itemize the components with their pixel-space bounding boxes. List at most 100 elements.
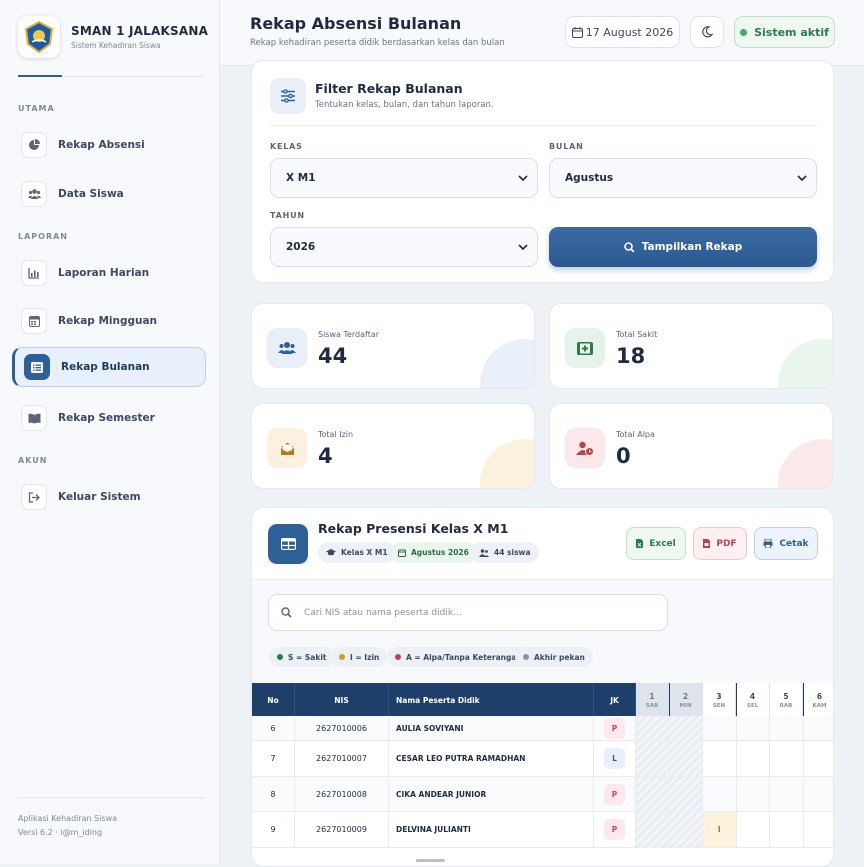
bulan-label: BULAN xyxy=(549,142,584,151)
table-header: No NIS Nama Peserta Didik JK 1 SAB 2 MIN 3 SE… xyxy=(252,683,833,718)
tahun-select[interactable]: 2026 xyxy=(270,227,538,267)
print-button[interactable]: Cetak xyxy=(754,527,818,560)
cell-nis: 2627010006 xyxy=(295,716,389,740)
status-text: Sistem aktif xyxy=(754,25,829,39)
table-row: 8 2627010008 CIKA ANDEAR JUNIOR P xyxy=(252,777,834,812)
logout-icon xyxy=(21,484,47,510)
legend-dot xyxy=(523,654,529,660)
rekap-table-card: Rekap Presensi Kelas X M1 Kelas X M1 Agu… xyxy=(251,507,834,867)
sidebar-item-label: Keluar Sistem xyxy=(58,491,141,503)
cell-jk: P xyxy=(594,812,636,847)
attendance-cell xyxy=(804,777,834,811)
app-version: Versi 6.2 · i@m_iding xyxy=(18,828,103,837)
table-title: Rekap Presensi Kelas X M1 xyxy=(318,521,509,536)
attendance-cell xyxy=(737,812,770,847)
brand: SMAN 1 JALAKSANA Sistem Kehadiran Siswa xyxy=(18,16,208,58)
sidebar-item-rekap-mingguan[interactable]: Rekap Mingguan xyxy=(12,301,206,341)
cell-nis: 2627010007 xyxy=(295,741,389,776)
filter-card: Filter Rekap Bulanan Tentukan kelas, bul… xyxy=(251,60,834,283)
decor-circle xyxy=(778,339,832,388)
current-date: 17 August 2026 xyxy=(585,25,674,39)
scroll-indicator[interactable] xyxy=(416,859,445,862)
brand-subtitle: Sistem Kehadiran Siswa xyxy=(71,41,161,50)
cell-jk: L xyxy=(594,741,636,776)
day-name: SEN xyxy=(712,703,726,709)
divider xyxy=(270,125,817,126)
day-name: MIN xyxy=(679,703,692,709)
export-pdf-button[interactable]: PDF xyxy=(693,527,747,560)
theme-toggle-button[interactable] xyxy=(690,16,724,48)
chip-kelas-text: Kelas X M1 xyxy=(341,548,388,557)
table-row: 7 2627010007 CESAR LEO PUTRA RAMADHAN L xyxy=(252,741,834,777)
excel-label: Excel xyxy=(649,538,676,549)
filter-subtitle: Tentukan kelas, bulan, dan tahun laporan… xyxy=(315,100,494,110)
chip-bulan-text: Agustus 2026 xyxy=(411,548,469,557)
chip-siswa-text: 44 siswa xyxy=(494,548,531,557)
attendance-cell xyxy=(636,716,670,740)
day-header: 2 MIN xyxy=(669,683,703,718)
cell-jk: P xyxy=(594,716,636,740)
stat-card-izin: Total Izin 4 xyxy=(251,403,535,489)
page-title: Rekap Absensi Bulanan xyxy=(250,14,462,33)
gender-badge: P xyxy=(604,717,625,739)
sidebar-item-label: Rekap Semester xyxy=(58,412,155,424)
chip-siswa: 44 siswa xyxy=(471,542,539,563)
attendance-cell xyxy=(636,777,670,811)
day-number: 4 xyxy=(749,692,756,701)
stat-label: Total Izin xyxy=(318,430,354,439)
book-icon xyxy=(21,405,47,431)
search-icon xyxy=(281,607,292,618)
table-toolbar: Cari NIS atau nama peserta didik... S = … xyxy=(252,579,833,683)
sidebar-item-label: Data Siswa xyxy=(58,188,124,200)
attendance-cell xyxy=(703,777,737,811)
section-label-laporan: LAPORAN xyxy=(18,232,68,241)
day-name: KAM xyxy=(812,703,827,709)
legend-alpa: A = Alpa/Tanpa Keterangan xyxy=(387,647,530,667)
cell-no: 6 xyxy=(252,716,295,740)
chip-bulan: Agustus 2026 xyxy=(390,542,477,563)
cell-nis: 2627010009 xyxy=(295,812,389,847)
chevron-down-icon xyxy=(518,244,528,251)
day-name: SAB xyxy=(645,703,659,709)
gender-badge: P xyxy=(604,819,625,840)
stat-value: 44 xyxy=(318,344,348,368)
table-row: 9 2627010009 DELVINA JULIANTI P I xyxy=(252,812,834,848)
print-label: Cetak xyxy=(779,538,809,549)
attendance-cell xyxy=(636,741,670,776)
sidebar-item-rekap-semester[interactable]: Rekap Semester xyxy=(12,398,206,438)
stat-label: Total Alpa xyxy=(616,430,655,439)
attendance-cell xyxy=(804,812,834,847)
day-number: 2 xyxy=(682,692,689,701)
attendance-cell xyxy=(669,741,703,776)
decor-circle xyxy=(480,439,534,488)
export-excel-button[interactable]: Excel xyxy=(626,527,686,560)
table-icon xyxy=(268,524,308,564)
stat-card-sakit: Total Sakit 18 xyxy=(549,303,833,389)
attendance-cell xyxy=(770,741,804,776)
bulan-select[interactable]: Agustus xyxy=(549,158,817,198)
attendance-cell xyxy=(804,741,834,776)
sidebar-item-data-siswa[interactable]: Data Siswa xyxy=(12,174,206,214)
cell-no: 8 xyxy=(252,777,295,811)
sidebar-item-keluar-sistem[interactable]: Keluar Sistem xyxy=(12,477,206,517)
attendance-cell xyxy=(804,716,834,740)
legend-text: I = Izin xyxy=(350,652,380,662)
kelas-select[interactable]: X M1 xyxy=(270,158,538,198)
day-name: SEL xyxy=(746,703,759,709)
search-input[interactable]: Cari NIS atau nama peserta didik... xyxy=(268,594,668,631)
day-number: 1 xyxy=(649,692,655,701)
header-no: No xyxy=(252,683,295,718)
attendance-cell xyxy=(737,716,770,740)
sidebar-item-rekap-absensi[interactable]: Rekap Absensi xyxy=(12,125,206,165)
sidebar-item-rekap-bulanan[interactable]: Rekap Bulanan xyxy=(12,347,206,387)
stat-label: Total Sakit xyxy=(616,330,658,339)
printer-icon xyxy=(763,539,773,548)
sidebar: SMAN 1 JALAKSANA Sistem Kehadiran Siswa … xyxy=(0,0,220,864)
date-badge: 17 August 2026 xyxy=(565,16,680,48)
legend-dot xyxy=(395,654,401,660)
sidebar-item-laporan-harian[interactable]: Laporan Harian xyxy=(12,253,206,293)
search-placeholder: Cari NIS atau nama peserta didik... xyxy=(304,607,462,618)
legend-text: S = Sakit xyxy=(288,652,327,662)
cell-name: DELVINA JULIANTI xyxy=(389,812,594,847)
show-rekap-button[interactable]: Tampilkan Rekap xyxy=(549,227,817,267)
